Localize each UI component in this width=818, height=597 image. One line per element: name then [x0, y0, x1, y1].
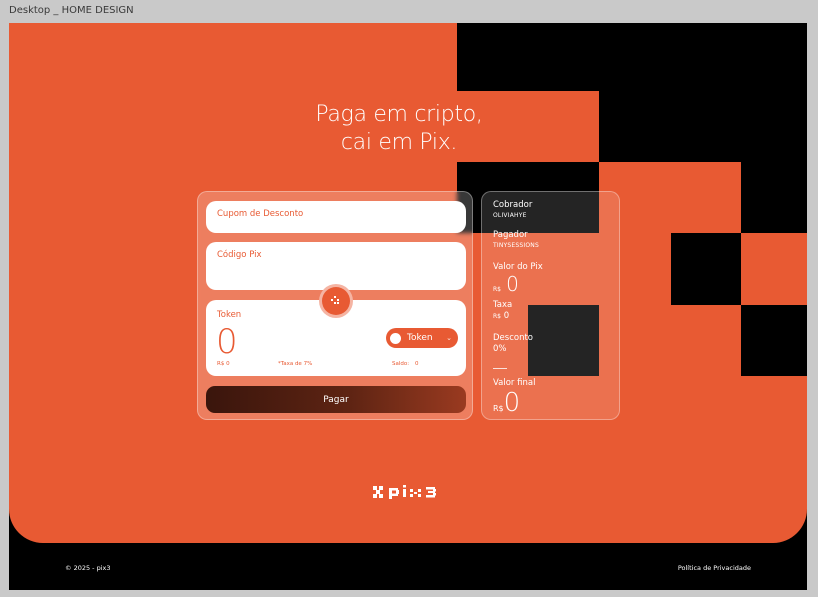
token-select-label: Token: [407, 333, 433, 343]
pix-code-field-label: Código Pix: [217, 250, 262, 260]
token-dot-icon: [390, 332, 401, 344]
discount-label: Desconto: [493, 333, 533, 343]
fee-note: *Taxa de 7%: [278, 361, 313, 367]
payer-value: TINYSESSIONS: [493, 242, 539, 249]
fee-value: 0: [503, 311, 510, 321]
pix-value-amount: 0: [506, 272, 519, 296]
footer-copyright: © 2025 - pix3: [65, 564, 111, 572]
pixel-block: [741, 162, 807, 233]
discount-value: 0%: [493, 344, 507, 354]
payment-form-panel: Cupom de Desconto Código Pix Token 0 Tok…: [197, 191, 473, 420]
token-amount-input[interactable]: 0: [216, 322, 238, 362]
fee-block: Taxa R$ 0: [493, 300, 512, 322]
final-value-block: Valor final R$0: [493, 378, 535, 417]
pix3-logo-icon: [373, 485, 436, 499]
divider: [493, 368, 507, 369]
collector-block: Cobrador OLIVIAHYE: [493, 200, 532, 220]
pixel-logo-icon: [331, 296, 339, 304]
fee-currency: R$: [493, 313, 501, 320]
swap-button[interactable]: [319, 284, 353, 318]
pixel-block: [457, 23, 807, 91]
pixel-block: [599, 91, 807, 162]
fee-label: Taxa: [493, 300, 513, 310]
chevron-down-icon: ⌄: [446, 334, 452, 342]
payer-label: Pagador: [493, 230, 528, 240]
pix-code-field[interactable]: Código Pix: [206, 242, 466, 290]
collector-value: OLIVIAHYE: [493, 212, 527, 219]
frame-label: Desktop _ HOME DESIGN: [9, 5, 134, 16]
collector-label: Cobrador: [493, 200, 533, 210]
payer-block: Pagador TINYSESSIONS: [493, 230, 539, 250]
page-frame: Paga em cripto, cai em Pix. Cupom de Des…: [9, 23, 807, 590]
final-value-amount: 0: [503, 388, 521, 418]
coupon-field-label: Cupom de Desconto: [217, 209, 304, 219]
final-value-currency: R$: [493, 404, 504, 413]
headline-line-2: cai em Pix.: [340, 130, 458, 155]
pixel-block: [671, 233, 741, 305]
pix-value-currency: R$: [493, 286, 501, 293]
pay-button[interactable]: Pagar: [206, 386, 466, 413]
pixel-block: [741, 305, 807, 376]
headline-line-1: Paga em cripto,: [315, 102, 483, 127]
pix-value-block: Valor do Pix R$ 0: [493, 262, 543, 295]
hero-section: Paga em cripto, cai em Pix. Cupom de Des…: [9, 23, 807, 543]
balance-value: 0: [415, 361, 419, 367]
token-field-label: Token: [217, 310, 242, 320]
token-select[interactable]: Token ⌄: [386, 328, 458, 348]
balance-label: Saldo:: [392, 361, 410, 367]
page-headline: Paga em cripto, cai em Pix.: [249, 101, 549, 157]
payment-summary-panel: Cobrador OLIVIAHYE Pagador TINYSESSIONS …: [481, 191, 620, 420]
brl-value: R$ 0: [217, 361, 230, 367]
coupon-field[interactable]: Cupom de Desconto: [206, 201, 466, 233]
discount-block: Desconto 0%: [493, 333, 533, 355]
privacy-policy-link[interactable]: Política de Privacidade: [678, 564, 751, 572]
